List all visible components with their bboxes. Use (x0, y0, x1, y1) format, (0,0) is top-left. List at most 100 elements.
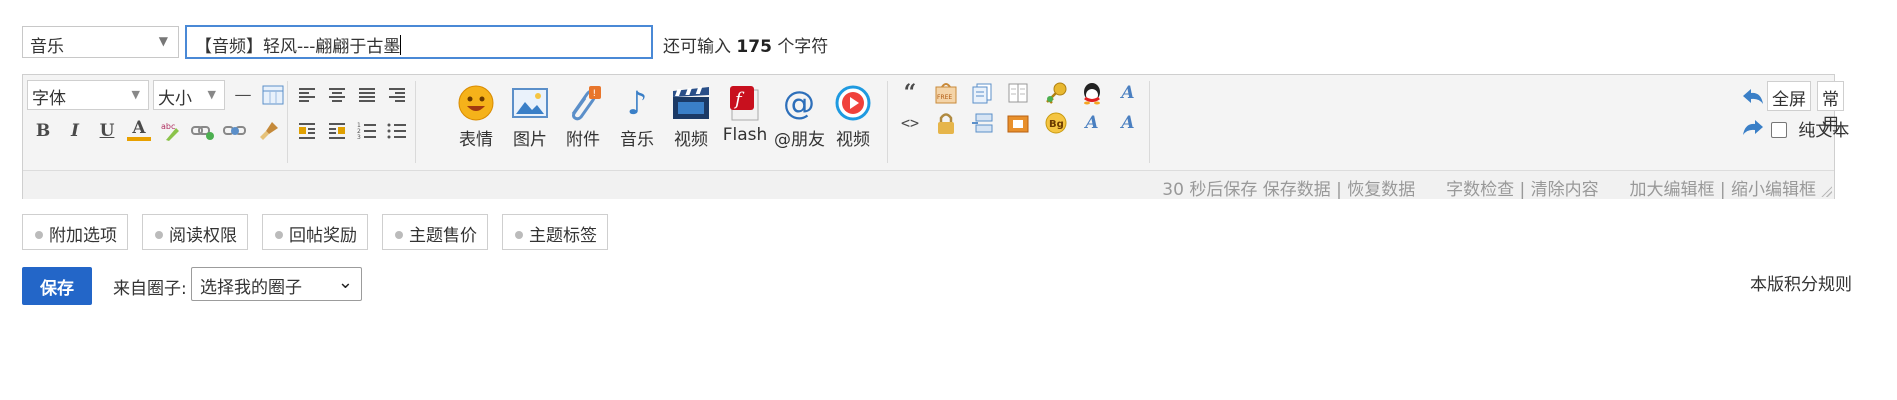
font-a-alt-icon[interactable]: A (1116, 111, 1140, 135)
bullet-icon (155, 231, 163, 239)
font-color-icon[interactable]: A (127, 118, 151, 141)
music-button[interactable]: ♪ 音乐 (612, 83, 662, 150)
play-circle-icon (833, 83, 873, 123)
page-break-icon[interactable] (970, 111, 994, 135)
svg-text:!: ! (593, 89, 597, 99)
box-icon[interactable] (1006, 111, 1030, 135)
highlight-icon[interactable]: abc (159, 119, 183, 143)
big-button-label: 表情 (459, 130, 493, 150)
smiley-icon (456, 83, 496, 123)
tab-extra-options[interactable]: 附加选项 (22, 214, 128, 250)
tab-label: 回帖奖励 (289, 226, 357, 246)
points-rules-link[interactable]: 本版积分规则 (1750, 270, 1852, 295)
post-type-value: 音乐 (30, 37, 64, 57)
link-icon[interactable] (191, 119, 215, 143)
title-input-value: 【音频】轻风---翩翩于古墨 (195, 37, 401, 57)
remain-suffix: 个字符 (777, 37, 829, 57)
ordered-list-icon[interactable]: 123 (355, 119, 379, 143)
enlarge-editor-link[interactable]: 加大编辑框 (1629, 180, 1714, 200)
post-type-select[interactable]: 音乐 ▼ (22, 26, 179, 58)
remain-count: 175 (736, 37, 772, 57)
float-left-icon[interactable] (295, 119, 319, 143)
plain-text-checkbox[interactable] (1771, 122, 1787, 138)
music-note-icon: ♪ (626, 84, 648, 122)
flash-button[interactable]: f Flash (720, 83, 770, 145)
big-button-label: 视频 (674, 130, 708, 150)
remain-prefix: 还可输入 (663, 37, 731, 57)
big-button-label: 音乐 (620, 130, 654, 150)
align-left-icon[interactable] (295, 83, 319, 107)
image-button[interactable]: 图片 (505, 83, 555, 150)
bullet-icon (35, 231, 43, 239)
big-button-label: 视频 (836, 130, 870, 150)
unlink-icon[interactable] (223, 119, 247, 143)
dropdown-caret-icon: ▼ (207, 88, 216, 101)
separator: | (1519, 180, 1526, 200)
lock-icon[interactable] (934, 111, 958, 135)
save-data-link[interactable]: 保存数据 (1263, 180, 1331, 200)
svg-text:3: 3 (357, 134, 361, 140)
big-button-label: @朋友 (774, 130, 825, 150)
separator: | (1719, 180, 1726, 200)
tab-read-permission[interactable]: 阅读权限 (142, 214, 248, 250)
quote-icon[interactable]: “ (898, 80, 922, 106)
undo-icon[interactable] (1741, 84, 1765, 108)
horizontal-rule-icon[interactable]: — (231, 83, 255, 107)
italic-icon[interactable]: I (63, 119, 87, 143)
dropdown-caret-icon: ▼ (158, 34, 168, 48)
table-icon[interactable] (261, 83, 285, 107)
chevron-down-icon: ⌄ (337, 272, 353, 293)
shrink-editor-link[interactable]: 缩小编辑框 (1731, 180, 1816, 200)
tab-reply-reward[interactable]: 回帖奖励 (262, 214, 368, 250)
redo-icon[interactable] (1741, 115, 1765, 139)
common-button[interactable]: 常用 (1817, 81, 1844, 135)
tab-label: 主题售价 (409, 226, 477, 246)
attachment-button[interactable]: ! 附件 (558, 83, 608, 150)
clapperboard-icon (671, 83, 711, 123)
tab-label: 主题标签 (529, 226, 597, 246)
mention-button[interactable]: @ @朋友 (774, 83, 825, 150)
align-justify-icon[interactable] (355, 83, 379, 107)
key-icon[interactable] (1044, 81, 1068, 105)
bold-icon[interactable]: B (31, 119, 55, 143)
free-tag-icon[interactable]: FREE (934, 81, 958, 105)
tab-thread-price[interactable]: 主题售价 (382, 214, 488, 250)
big-button-label: Flash (722, 125, 768, 145)
plain-text-toggle[interactable]: 纯文本 (1771, 116, 1849, 141)
plain-text-label: 纯文本 (1798, 121, 1850, 141)
code-icon[interactable]: <> (898, 111, 922, 135)
tab-thread-tags[interactable]: 主题标签 (502, 214, 608, 250)
columns-icon[interactable] (1006, 81, 1030, 105)
video-button[interactable]: 视频 (666, 83, 716, 150)
dropdown-caret-icon: ▼ (131, 88, 140, 101)
fullscreen-button[interactable]: 全屏 (1767, 81, 1811, 111)
font-a-icon[interactable]: A (1116, 81, 1140, 105)
underline-icon[interactable]: U (95, 119, 119, 143)
float-right-icon[interactable] (325, 119, 349, 143)
font-style-icon[interactable]: A (1080, 111, 1104, 135)
align-center-icon[interactable] (325, 83, 349, 107)
resize-grip-icon[interactable] (1820, 185, 1832, 197)
editor-statusbar: 30 秒后保存 保存数据 | 恢复数据 字数检查 | 清除内容 加大编辑框 | … (23, 170, 1834, 200)
emoji-button[interactable]: 表情 (451, 83, 501, 150)
format-brush-icon[interactable] (257, 119, 281, 143)
font-family-label: 字体 (32, 89, 66, 109)
unordered-list-icon[interactable] (385, 119, 409, 143)
save-button[interactable]: 保存 (22, 267, 92, 305)
font-size-select[interactable]: 大小 ▼ (153, 80, 225, 110)
clear-content-link[interactable]: 清除内容 (1531, 180, 1599, 200)
font-size-label: 大小 (158, 89, 192, 109)
video-embed-button[interactable]: 视频 (828, 83, 878, 150)
text-cursor (400, 35, 402, 55)
page-icon[interactable] (970, 81, 994, 105)
title-input[interactable]: 【音频】轻风---翩翩于古墨 (185, 25, 653, 59)
font-family-select[interactable]: 字体 ▼ (27, 80, 149, 110)
big-button-label: 附件 (566, 130, 600, 150)
restore-data-link[interactable]: 恢复数据 (1347, 180, 1415, 200)
tab-label: 阅读权限 (169, 226, 237, 246)
bg-color-icon[interactable]: Bg (1044, 111, 1068, 135)
circle-select[interactable]: 选择我的圈子 ⌄ (191, 267, 362, 301)
qq-icon[interactable] (1080, 81, 1104, 105)
check-length-link[interactable]: 字数检查 (1446, 180, 1514, 200)
align-right-icon[interactable] (385, 83, 409, 107)
